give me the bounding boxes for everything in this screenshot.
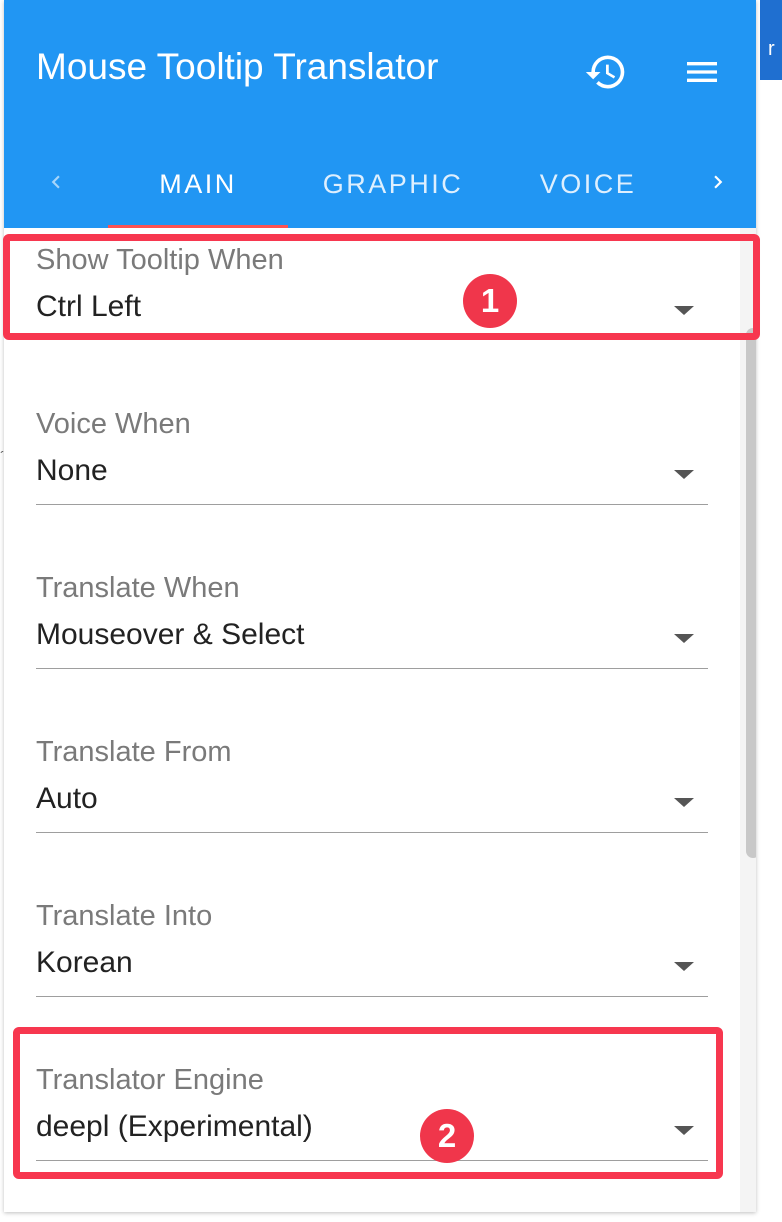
field-label: Translate When bbox=[36, 572, 240, 604]
caret-down-icon bbox=[674, 798, 694, 807]
field-underline bbox=[36, 832, 708, 833]
field-label: Translate Into bbox=[36, 900, 213, 932]
tab-scroll-right-button[interactable] bbox=[698, 154, 738, 210]
select-translate-into[interactable]: Translate Into Korean bbox=[36, 900, 708, 997]
annotation-highlight-1 bbox=[3, 234, 760, 340]
tab-voice[interactable]: VOICE bbox=[498, 140, 678, 228]
field-value: Korean bbox=[36, 946, 133, 979]
field-label: Translate From bbox=[36, 736, 232, 768]
chevron-right-icon bbox=[714, 175, 723, 189]
menu-button[interactable] bbox=[674, 44, 730, 100]
select-voice-when[interactable]: Voice When None bbox=[36, 408, 708, 505]
app-title: Mouse Tooltip Translator bbox=[36, 46, 439, 87]
tab-main[interactable]: MAIN bbox=[108, 140, 288, 228]
hamburger-menu-icon bbox=[687, 62, 717, 82]
caret-down-icon bbox=[674, 962, 694, 971]
chevron-left-icon bbox=[51, 175, 60, 189]
background-partial-text: r bbox=[768, 38, 775, 60]
caret-down-icon bbox=[674, 470, 694, 479]
field-underline bbox=[36, 668, 708, 669]
annotation-badge-1: 1 bbox=[463, 274, 517, 328]
field-value: None bbox=[36, 454, 108, 487]
annotation-badge-2: 2 bbox=[420, 1109, 474, 1163]
field-value: Mouseover & Select bbox=[36, 618, 305, 651]
scrollbar-thumb[interactable] bbox=[746, 328, 756, 858]
annotation-highlight-2 bbox=[13, 1027, 723, 1179]
tab-graphic[interactable]: GRAPHIC bbox=[298, 140, 488, 228]
select-translate-when[interactable]: Translate When Mouseover & Select bbox=[36, 572, 708, 669]
field-value: Auto bbox=[36, 782, 98, 815]
caret-down-icon bbox=[674, 634, 694, 643]
history-icon bbox=[585, 55, 625, 89]
history-button[interactable] bbox=[578, 44, 634, 100]
app-bar: Mouse Tooltip Translator MAIN GRAPHIC VO… bbox=[4, 0, 756, 228]
select-translate-from[interactable]: Translate From Auto bbox=[36, 736, 708, 833]
field-label: Voice When bbox=[36, 408, 191, 440]
field-underline bbox=[36, 996, 708, 997]
field-underline bbox=[36, 504, 708, 505]
tab-bar: MAIN GRAPHIC VOICE bbox=[4, 140, 756, 228]
tab-scroll-left-button[interactable] bbox=[36, 154, 76, 210]
